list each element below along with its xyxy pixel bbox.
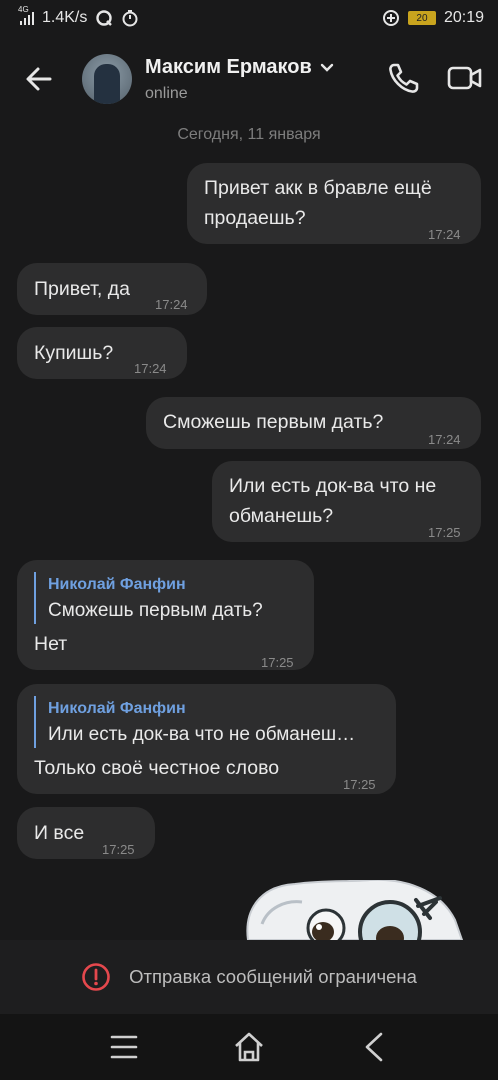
- restricted-notice-text: Отправка сообщений ограничена: [129, 966, 417, 987]
- back-arrow-icon[interactable]: [22, 62, 56, 96]
- message-time: 17:24: [428, 432, 461, 447]
- reply-quote[interactable]: Николай Фанфин Сможешь первым дать?: [34, 572, 263, 624]
- timer-icon: [122, 10, 138, 27]
- reply-quote[interactable]: Николай Фанфин Или есть док-ва что не об…: [34, 696, 355, 748]
- message-line: Привет акк в бравле ещё: [204, 177, 432, 199]
- phone-icon[interactable]: [386, 60, 422, 96]
- home-icon[interactable]: [232, 1030, 266, 1064]
- message-time: 17:25: [428, 525, 461, 540]
- sticker-image[interactable]: [240, 880, 480, 940]
- message-bubble-incoming[interactable]: Николай Фанфин Сможешь первым дать? Нет …: [17, 560, 314, 670]
- message-time: 17:24: [428, 227, 461, 242]
- message-bubble-incoming[interactable]: Николай Фанфин Или есть док-ва что не об…: [17, 684, 396, 794]
- message-text: Привет акк в бравле ещё продаешь?: [204, 173, 432, 233]
- message-time: 17:25: [343, 777, 376, 792]
- battery-icon: 20: [407, 11, 436, 25]
- message-bubble-outgoing[interactable]: Сможешь первым дать? 17:24: [146, 397, 481, 449]
- contact-status: online: [145, 85, 188, 102]
- video-call-icon[interactable]: [446, 60, 484, 96]
- message-text: Купишь?: [34, 342, 114, 364]
- restricted-notice: Отправка сообщений ограничена: [0, 940, 498, 1014]
- message-bubble-incoming[interactable]: И все 17:25: [17, 807, 155, 859]
- message-time: 17:25: [102, 842, 135, 857]
- message-line: Или есть док-ва что не: [229, 475, 437, 497]
- message-text: И все: [34, 822, 85, 844]
- message-bubble-outgoing[interactable]: Привет акк в бравле ещё продаешь? 17:24: [187, 163, 481, 244]
- sync-icon: [96, 10, 113, 26]
- warning-icon: [82, 963, 110, 991]
- message-time: 17:24: [134, 361, 167, 376]
- data-saver-icon: [382, 10, 399, 26]
- reply-author: Николай Фанфин: [48, 576, 186, 593]
- message-bubble-outgoing[interactable]: Или есть док-ва что не обманешь? 17:25: [212, 461, 481, 542]
- reply-text: Сможешь первым дать?: [48, 600, 263, 621]
- contact-name: Максим Ермаков: [145, 56, 312, 78]
- status-bar: 4G 1.4K/s 20 20:19: [0, 0, 498, 36]
- back-icon[interactable]: [357, 1030, 391, 1064]
- contact-name-row[interactable]: Максим Ермаков: [145, 56, 334, 79]
- message-bubble-incoming[interactable]: Привет, да 17:24: [17, 263, 207, 315]
- message-text: Или есть док-ва что не обманешь?: [229, 471, 436, 531]
- message-line: продаешь?: [204, 207, 306, 229]
- reply-text: Или есть док-ва что не обманеш…: [48, 724, 356, 745]
- message-time: 17:25: [261, 655, 294, 670]
- reply-author: Николай Фанфин: [48, 700, 186, 717]
- menu-icon[interactable]: [107, 1030, 141, 1064]
- system-nav-bar: [0, 1014, 498, 1080]
- message-text: Привет, да: [34, 278, 130, 300]
- date-divider: Сегодня, 11 января: [177, 126, 321, 143]
- chevron-down-icon: [320, 63, 333, 72]
- chat-header: Максим Ермаков online: [0, 36, 498, 120]
- message-time: 17:24: [155, 297, 188, 312]
- message-text: Нет: [34, 633, 68, 655]
- message-line: обманешь?: [229, 505, 334, 527]
- avatar[interactable]: [82, 54, 132, 104]
- network-type: 4G: [18, 5, 29, 14]
- signal-icon: 4G: [18, 5, 34, 25]
- message-text: Только своё честное слово: [34, 757, 280, 779]
- message-bubble-incoming[interactable]: Купишь? 17:24: [17, 327, 187, 379]
- message-text: Сможешь первым дать?: [163, 411, 384, 433]
- clock: 20:19: [443, 9, 484, 26]
- network-speed: 1.4K/s: [42, 9, 88, 26]
